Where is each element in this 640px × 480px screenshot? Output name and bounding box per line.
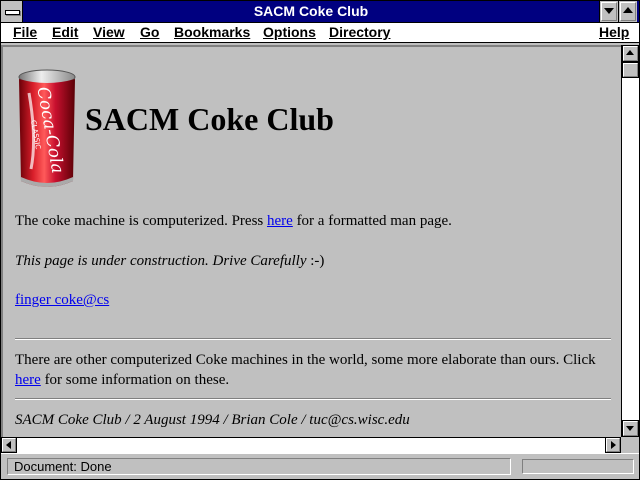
other-machines-link[interactable]: here [15,372,41,388]
scroll-down-button[interactable] [622,420,639,437]
coke-can-image: Coca-Cola CLASSIC [18,69,76,187]
minimize-icon [604,8,614,14]
browser-window: SACM Coke Club File Edit View Go Bookmar… [0,0,640,480]
menu-file[interactable]: File [13,24,37,41]
construction-text: This page is under construction. Drive C… [15,253,307,269]
other-machines-line2: here for some information on these. [15,370,229,390]
construction-notice: This page is under construction. Drive C… [15,251,324,271]
man-page-text: The coke machine is computerized. Press [15,213,267,229]
arrow-left-icon [6,441,11,449]
menu-bar: File Edit View Go Bookmarks Options Dire… [1,23,639,43]
menu-help[interactable]: Help [599,24,629,41]
arrow-down-icon [626,426,634,431]
page-footer: SACM Coke Club / 2 August 1994 / Brian C… [15,412,410,428]
maximize-button[interactable] [618,1,637,22]
arrow-right-icon [611,441,616,449]
scroll-up-button[interactable] [622,45,639,62]
man-page-text-after: for a formatted man page. [292,213,452,229]
menu-directory[interactable]: Directory [329,24,390,41]
menu-view[interactable]: View [93,24,125,41]
progress-bar [522,459,634,474]
scroll-left-button[interactable] [1,437,17,453]
page-content: Coca-Cola CLASSIC SACM Coke Club The cok… [1,45,621,437]
man-page-paragraph: The coke machine is computerized. Press … [15,211,452,231]
arrow-up-icon [626,50,634,55]
status-bar: Document: Done [1,453,639,479]
man-page-link[interactable]: here [267,213,293,229]
vertical-scrollbar[interactable] [621,45,639,437]
maximize-icon [623,7,633,13]
other-machines-text-after: for some information on these. [40,372,230,388]
finger-paragraph: finger coke@cs [15,290,109,310]
window-title: SACM Coke Club [253,3,369,19]
status-text: Document: Done [7,458,511,475]
title-bar[interactable]: SACM Coke Club [1,1,639,23]
vertical-scroll-thumb[interactable] [622,62,639,78]
menu-edit[interactable]: Edit [52,24,78,41]
menu-options[interactable]: Options [263,24,316,41]
horizontal-scrollbar[interactable] [1,437,621,453]
other-machines-line1: There are other computerized Coke machin… [15,352,596,368]
scrollbar-corner [621,437,639,453]
scroll-right-button[interactable] [605,437,621,453]
menu-bookmarks[interactable]: Bookmarks [174,24,250,41]
divider [15,398,611,400]
minimize-button[interactable] [599,1,618,22]
page-heading: SACM Coke Club [85,101,334,137]
system-menu-button[interactable] [1,1,23,22]
system-menu-icon [5,10,20,15]
smiley-text: :-) [306,253,325,269]
divider [15,338,611,340]
finger-link[interactable]: finger coke@cs [15,292,109,308]
menu-go[interactable]: Go [140,24,159,41]
